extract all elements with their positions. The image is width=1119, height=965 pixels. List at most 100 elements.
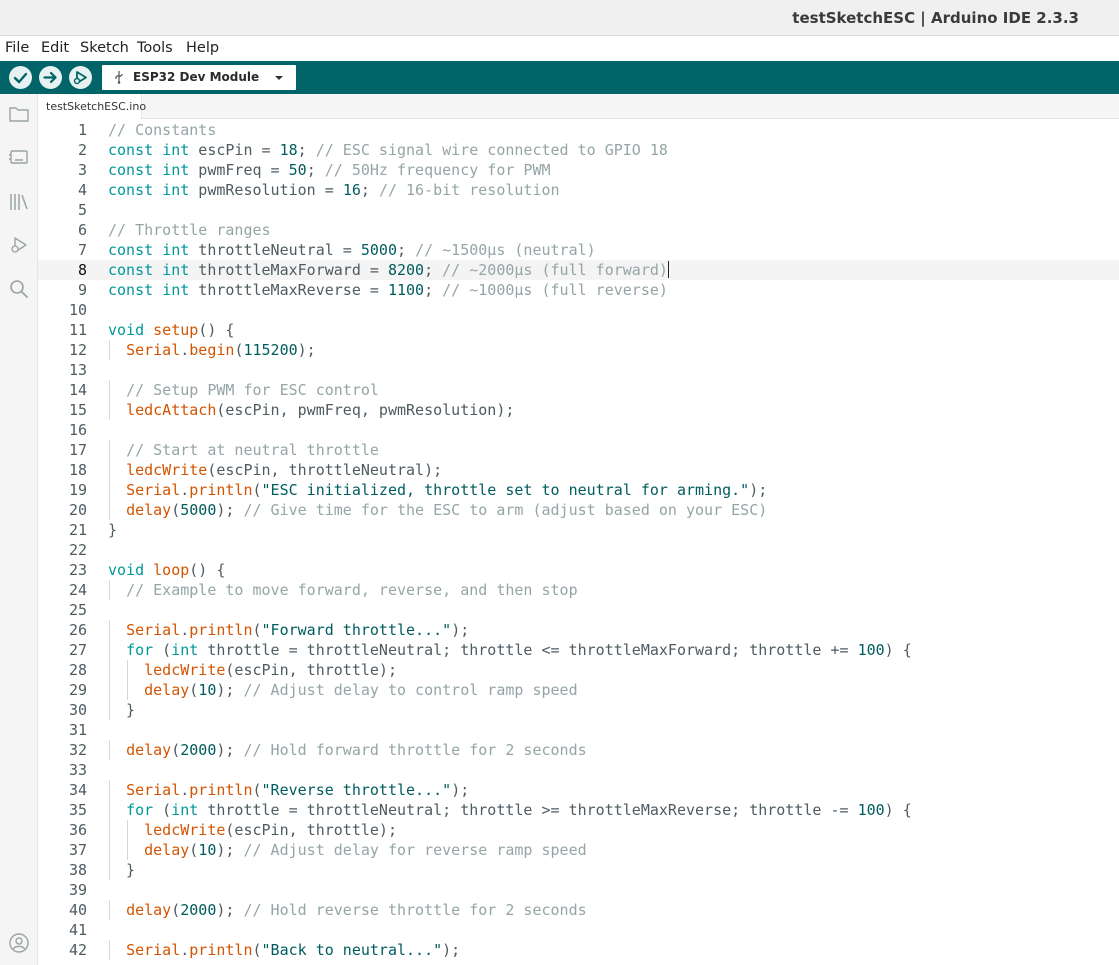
code-token-cm: // Give time for the ESC to arm (adjust … (243, 501, 768, 519)
code-token-str: "Reverse throttle..." (261, 781, 452, 799)
code-text: // Setup PWM for ESC control (108, 380, 379, 400)
code-line[interactable]: 28 ledcWrite(escPin, throttle); (38, 660, 1119, 680)
menu-sketch[interactable]: Sketch (80, 40, 129, 56)
debug-button[interactable] (69, 66, 92, 89)
code-line[interactable]: 31 (38, 720, 1119, 740)
code-line[interactable]: 30 } (38, 700, 1119, 720)
code-token-fn: Serial (126, 481, 181, 499)
code-line[interactable]: 18 ledcWrite(escPin, throttleNeutral); (38, 460, 1119, 480)
line-number: 24 (68, 581, 87, 599)
code-line[interactable]: 23 void loop() { (38, 560, 1119, 580)
code-line[interactable]: 20 delay(5000); // Give time for the ESC… (38, 500, 1119, 520)
code-token-kw: int (162, 181, 190, 199)
code-token-fn: setup (153, 321, 199, 339)
code-line[interactable]: 25 (38, 600, 1119, 620)
code-line[interactable]: 42 Serial.println("Back to neutral..."); (38, 940, 1119, 960)
code-line[interactable]: 5 (38, 200, 1119, 220)
code-token-p: () { (198, 321, 235, 339)
code-token-fn: ledcWrite (144, 821, 226, 839)
board-manager-icon[interactable] (8, 147, 30, 167)
code-line[interactable]: 11 void setup() { (38, 320, 1119, 340)
menu-edit[interactable]: Edit (41, 40, 69, 56)
code-line[interactable]: 14 // Setup PWM for ESC control (38, 380, 1119, 400)
code-token-num: 2000 (180, 741, 217, 759)
debug-icon[interactable] (8, 234, 30, 256)
upload-button[interactable] (39, 66, 62, 89)
code-token-p: () { (189, 561, 226, 579)
code-line[interactable]: 35 for (int throttle = throttleNeutral; … (38, 800, 1119, 820)
code-line[interactable]: 1 // Constants (38, 120, 1119, 140)
code-line[interactable]: 13 (38, 360, 1119, 380)
code-line[interactable]: 8 const int throttleMaxForward = 8200; //… (38, 260, 1119, 280)
code-line[interactable]: 33 (38, 760, 1119, 780)
line-number: 32 (68, 741, 87, 759)
code-token-p (108, 841, 144, 859)
code-line[interactable]: 6 // Throttle ranges (38, 220, 1119, 240)
menu-tools[interactable]: Tools (137, 40, 173, 56)
code-token-cm: // Constants (108, 121, 217, 139)
code-text: // Example to move forward, reverse, and… (108, 580, 578, 600)
code-line[interactable]: 21} (38, 520, 1119, 540)
code-token-p (108, 781, 126, 799)
code-token-p: ( (252, 621, 262, 639)
code-token-num: 5000 (180, 501, 217, 519)
window-title: testSketchESC | Arduino IDE 2.3.3 (792, 9, 1079, 27)
code-line[interactable]: 34 Serial.println("Reverse throttle...")… (38, 780, 1119, 800)
code-line[interactable]: 27 for (int throttle = throttleNeutral; … (38, 640, 1119, 660)
code-line[interactable]: 3 const int pwmFreq = 50; // 50Hz frequen… (38, 160, 1119, 180)
code-line[interactable]: 41 (38, 920, 1119, 940)
line-number: 39 (68, 881, 87, 899)
verify-button[interactable] (9, 66, 32, 89)
code-token-num: 2000 (180, 901, 217, 919)
line-number: 10 (68, 301, 87, 319)
code-line[interactable]: 32 delay(2000); // Hold forward throttle… (38, 740, 1119, 760)
code-token-p (108, 441, 126, 459)
code-line[interactable]: 9 const int throttleMaxReverse = 1100; //… (38, 280, 1119, 300)
menu-file[interactable]: File (5, 40, 29, 56)
code-token-p: pwmResolution = (189, 181, 343, 199)
code-line[interactable]: 39 (38, 880, 1119, 900)
code-token-num: 115200 (243, 341, 298, 359)
code-line[interactable]: 10 (38, 300, 1119, 320)
code-line[interactable]: 17 // Start at neutral throttle (38, 440, 1119, 460)
code-token-p (153, 181, 162, 199)
code-line[interactable]: 22 (38, 540, 1119, 560)
tab-sketch-file[interactable]: testSketchESC.ino (38, 94, 146, 119)
account-icon[interactable] (8, 932, 30, 954)
code-line[interactable]: 16 (38, 420, 1119, 440)
code-token-p: ; (397, 241, 416, 259)
code-token-p: pwmFreq = (189, 161, 289, 179)
code-line[interactable]: 7 const int throttleNeutral = 5000; // ~1… (38, 240, 1119, 260)
code-line[interactable]: 40 delay(2000); // Hold reverse throttle… (38, 900, 1119, 920)
code-token-cm: // Hold forward throttle for 2 seconds (243, 741, 587, 759)
library-icon[interactable] (8, 191, 30, 213)
code-line[interactable]: 37 delay(10); // Adjust delay for revers… (38, 840, 1119, 860)
code-token-p (108, 501, 126, 519)
board-selector[interactable]: ESP32 Dev Module (102, 65, 296, 90)
code-token-kw: const (108, 261, 154, 279)
menu-help[interactable]: Help (186, 40, 219, 56)
folder-icon[interactable] (8, 104, 30, 124)
code-line[interactable]: 36 ledcWrite(escPin, throttle); (38, 820, 1119, 840)
code-editor[interactable]: 1 // Constants 2 const int escPin = 18; // … (38, 119, 1119, 965)
code-token-cm: // ESC signal wire connected to GPIO 18 (315, 141, 668, 159)
code-line[interactable]: 15 ledcAttach(escPin, pwmFreq, pwmResolu… (38, 400, 1119, 420)
code-line[interactable]: 4 const int pwmResolution = 16; // 16-bit… (38, 180, 1119, 200)
search-icon[interactable] (8, 278, 30, 300)
line-number: 4 (77, 181, 87, 199)
code-token-fn: Serial (126, 621, 181, 639)
code-token-fn: println (189, 621, 253, 639)
code-line[interactable]: 38 } (38, 860, 1119, 880)
code-token-num: 100 (857, 641, 885, 659)
code-token-p (108, 801, 126, 819)
code-line[interactable]: 19 Serial.println("ESC initialized, thro… (38, 480, 1119, 500)
code-line[interactable]: 26 Serial.println("Forward throttle...")… (38, 620, 1119, 640)
line-number: 1 (77, 121, 87, 139)
code-token-cm: // ~1500µs (neutral) (415, 241, 596, 259)
code-line[interactable]: 12 Serial.begin(115200); (38, 340, 1119, 360)
code-line[interactable]: 24 // Example to move forward, reverse, … (38, 580, 1119, 600)
code-token-p (108, 901, 126, 919)
code-token-p (153, 281, 162, 299)
code-line[interactable]: 29 delay(10); // Adjust delay to control… (38, 680, 1119, 700)
code-line[interactable]: 2 const int escPin = 18; // ESC signal wi… (38, 140, 1119, 160)
